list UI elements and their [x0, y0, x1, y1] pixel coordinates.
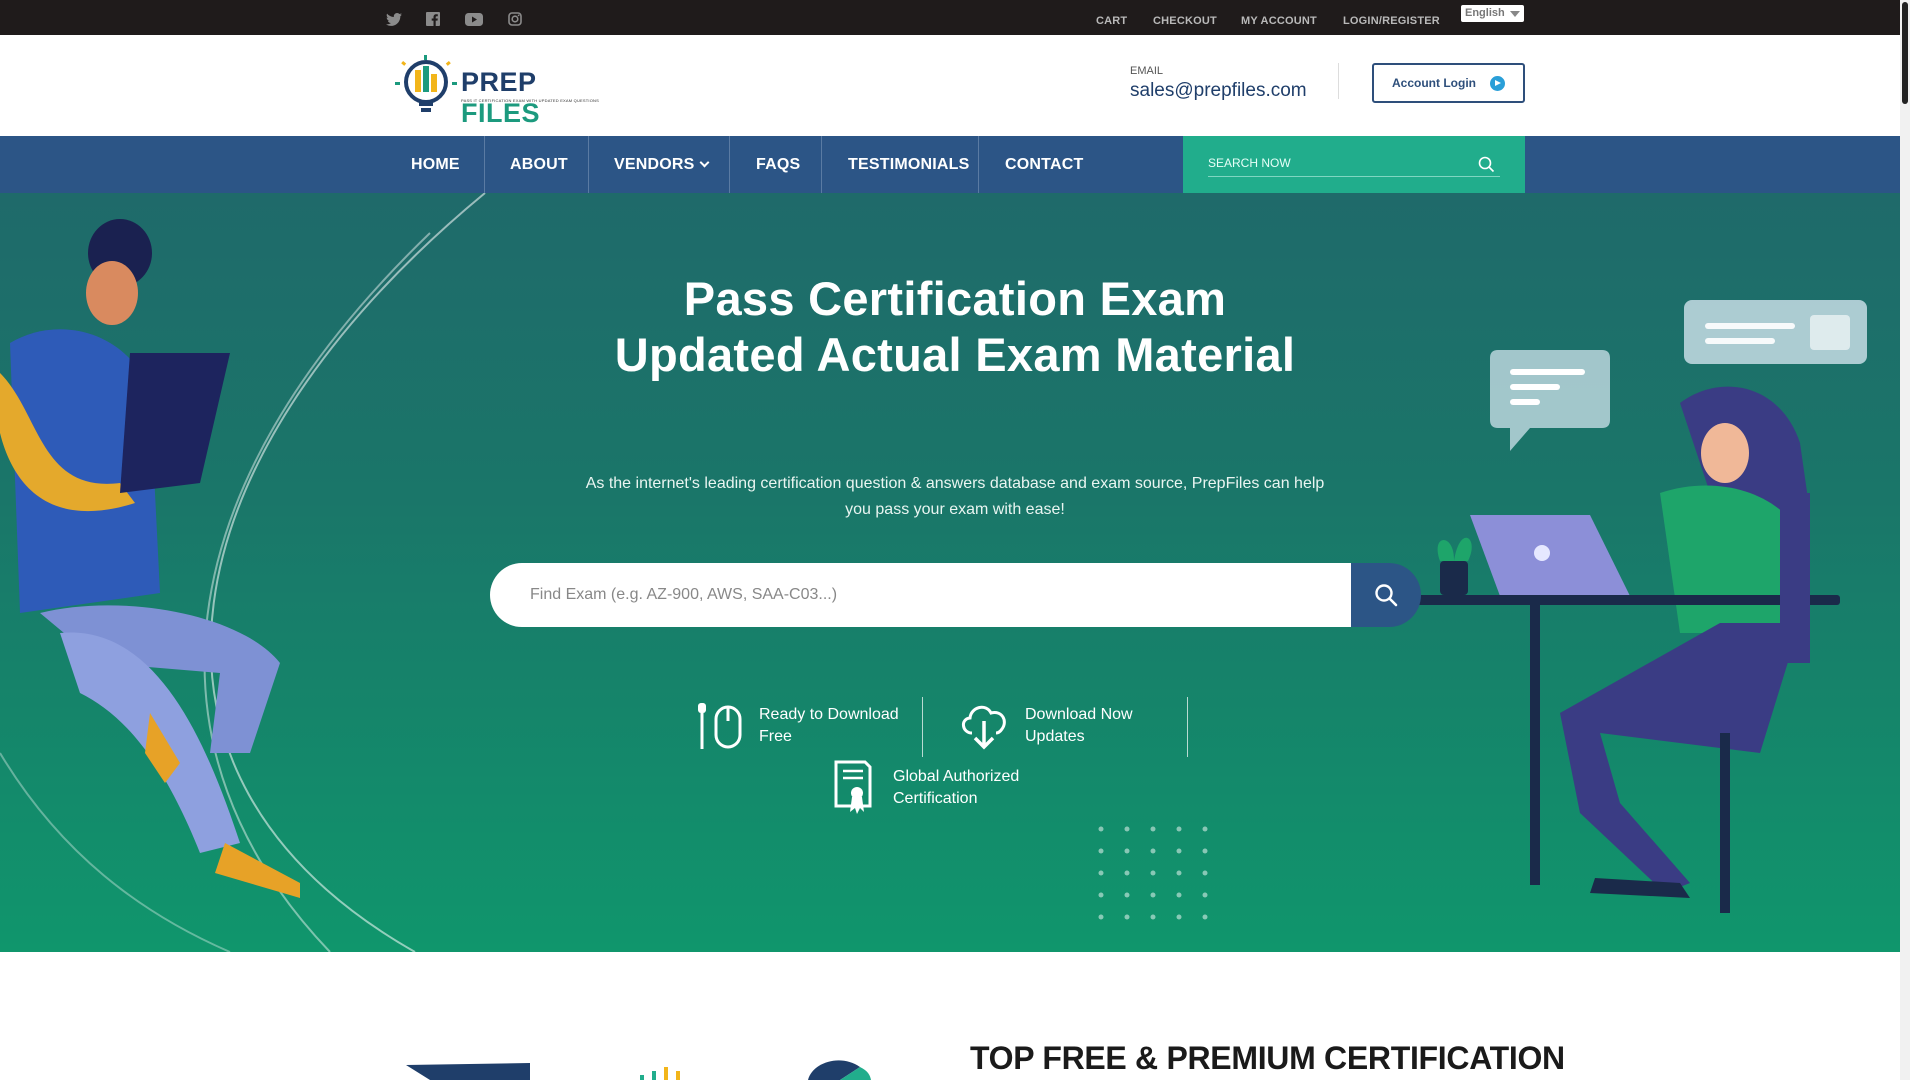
nav-separator	[484, 136, 485, 193]
nav-vendors[interactable]: VENDORS	[614, 136, 709, 193]
vendor-logos-partial	[406, 1060, 871, 1080]
nav-contact[interactable]: CONTACT	[1005, 136, 1083, 193]
main-nav: HOME ABOUT VENDORS FAQS TESTIMONIALS CON…	[0, 136, 1910, 193]
site-logo[interactable]: PREP FILES PASS IT CERTIFICATION EXAM WI…	[393, 54, 618, 128]
search-icon[interactable]	[1478, 156, 1495, 173]
exam-search-input[interactable]	[490, 563, 1352, 627]
nav-separator	[729, 136, 730, 193]
nav-vendors-label: VENDORS	[614, 155, 695, 173]
checkout-link[interactable]: CHECKOUT	[1153, 15, 1217, 27]
facebook-icon[interactable]	[424, 11, 442, 27]
header: PREP FILES PASS IT CERTIFICATION EXAM WI…	[0, 35, 1910, 136]
language-value: English	[1465, 7, 1505, 19]
chevron-down-icon	[699, 157, 709, 168]
cart-link[interactable]: CART	[1096, 15, 1127, 27]
dots-decoration	[1098, 826, 1208, 920]
feature-line1: Global Authorized	[893, 768, 1020, 785]
top-bar: CART CHECKOUT MY ACCOUNT LOGIN/REGISTER …	[0, 0, 1910, 35]
feature-separator	[1187, 697, 1188, 757]
cloud-download-icon	[962, 705, 1006, 750]
page-scrollbar[interactable]	[1900, 0, 1910, 1080]
nav-faqs[interactable]: FAQS	[756, 136, 800, 193]
page: CART CHECKOUT MY ACCOUNT LOGIN/REGISTER …	[0, 0, 1910, 1080]
feature-text: Ready to Download Free	[759, 704, 899, 748]
feature-line1: Ready to Download	[759, 706, 899, 723]
account-login-button[interactable]: Account Login	[1372, 63, 1525, 103]
hero-subtitle: As the internet's leading certification …	[585, 475, 1325, 518]
nav-about[interactable]: ABOUT	[510, 136, 568, 193]
email-label: EMAIL	[1130, 65, 1164, 77]
twitter-icon[interactable]	[385, 11, 403, 27]
nav-search-box	[1183, 136, 1525, 193]
header-divider	[1338, 63, 1339, 99]
nav-separator	[588, 136, 589, 193]
email-address[interactable]: sales@prepfiles.com	[1130, 80, 1307, 102]
account-login-label: Account Login	[1392, 76, 1476, 90]
feature-certification: Global Authorized Certification	[833, 760, 1019, 816]
scrollbar-thumb[interactable]	[1902, 2, 1908, 104]
feature-separator	[922, 697, 923, 757]
feature-line1: Download Now	[1025, 706, 1133, 723]
hero-title-line2: Updated Actual Exam Material	[614, 328, 1296, 381]
nav-search-input[interactable]	[1208, 149, 1500, 177]
nav-separator	[821, 136, 822, 193]
nav-home[interactable]: HOME	[411, 136, 460, 193]
hero-banner: Pass Certification Exam Updated Actual E…	[0, 193, 1910, 952]
language-select[interactable]: English	[1461, 5, 1524, 22]
nav-separator	[978, 136, 979, 193]
feature-text: Global Authorized Certification	[893, 766, 1019, 810]
logo-tagline: PASS IT CERTIFICATION EXAM WITH UPDATED …	[461, 98, 599, 103]
feature-line2: Updates	[1025, 728, 1085, 745]
caret-down-icon	[1510, 11, 1520, 17]
nav-testimonials[interactable]: TESTIMONIALS	[848, 136, 970, 193]
instagram-icon[interactable]	[506, 11, 524, 27]
exam-search-button[interactable]	[1351, 563, 1421, 627]
my-account-link[interactable]: MY ACCOUNT	[1241, 15, 1317, 27]
logo-word-prep: PREP	[461, 67, 537, 97]
feature-download-free: Ready to Download Free	[696, 701, 899, 751]
mouse-icon	[698, 703, 742, 749]
feature-text: Download Now Updates	[1025, 704, 1133, 748]
lightbulb-logo-icon	[395, 55, 457, 112]
feature-line2: Free	[759, 728, 792, 745]
feature-line2: Certification	[893, 790, 978, 807]
login-register-link[interactable]: LOGIN/REGISTER	[1343, 15, 1440, 27]
exam-search-bar	[490, 563, 1421, 627]
youtube-icon[interactable]	[465, 11, 483, 27]
search-icon	[1375, 584, 1398, 607]
feature-download-updates: Download Now Updates	[958, 701, 1133, 751]
section-title: TOP FREE & PREMIUM CERTIFICATION	[970, 1040, 1565, 1076]
play-circle-icon	[1490, 75, 1505, 91]
hero-title-line1: Pass Certification Exam	[683, 272, 1227, 325]
certificate-icon	[834, 760, 872, 814]
person-at-desk-illustration	[1400, 300, 1867, 913]
